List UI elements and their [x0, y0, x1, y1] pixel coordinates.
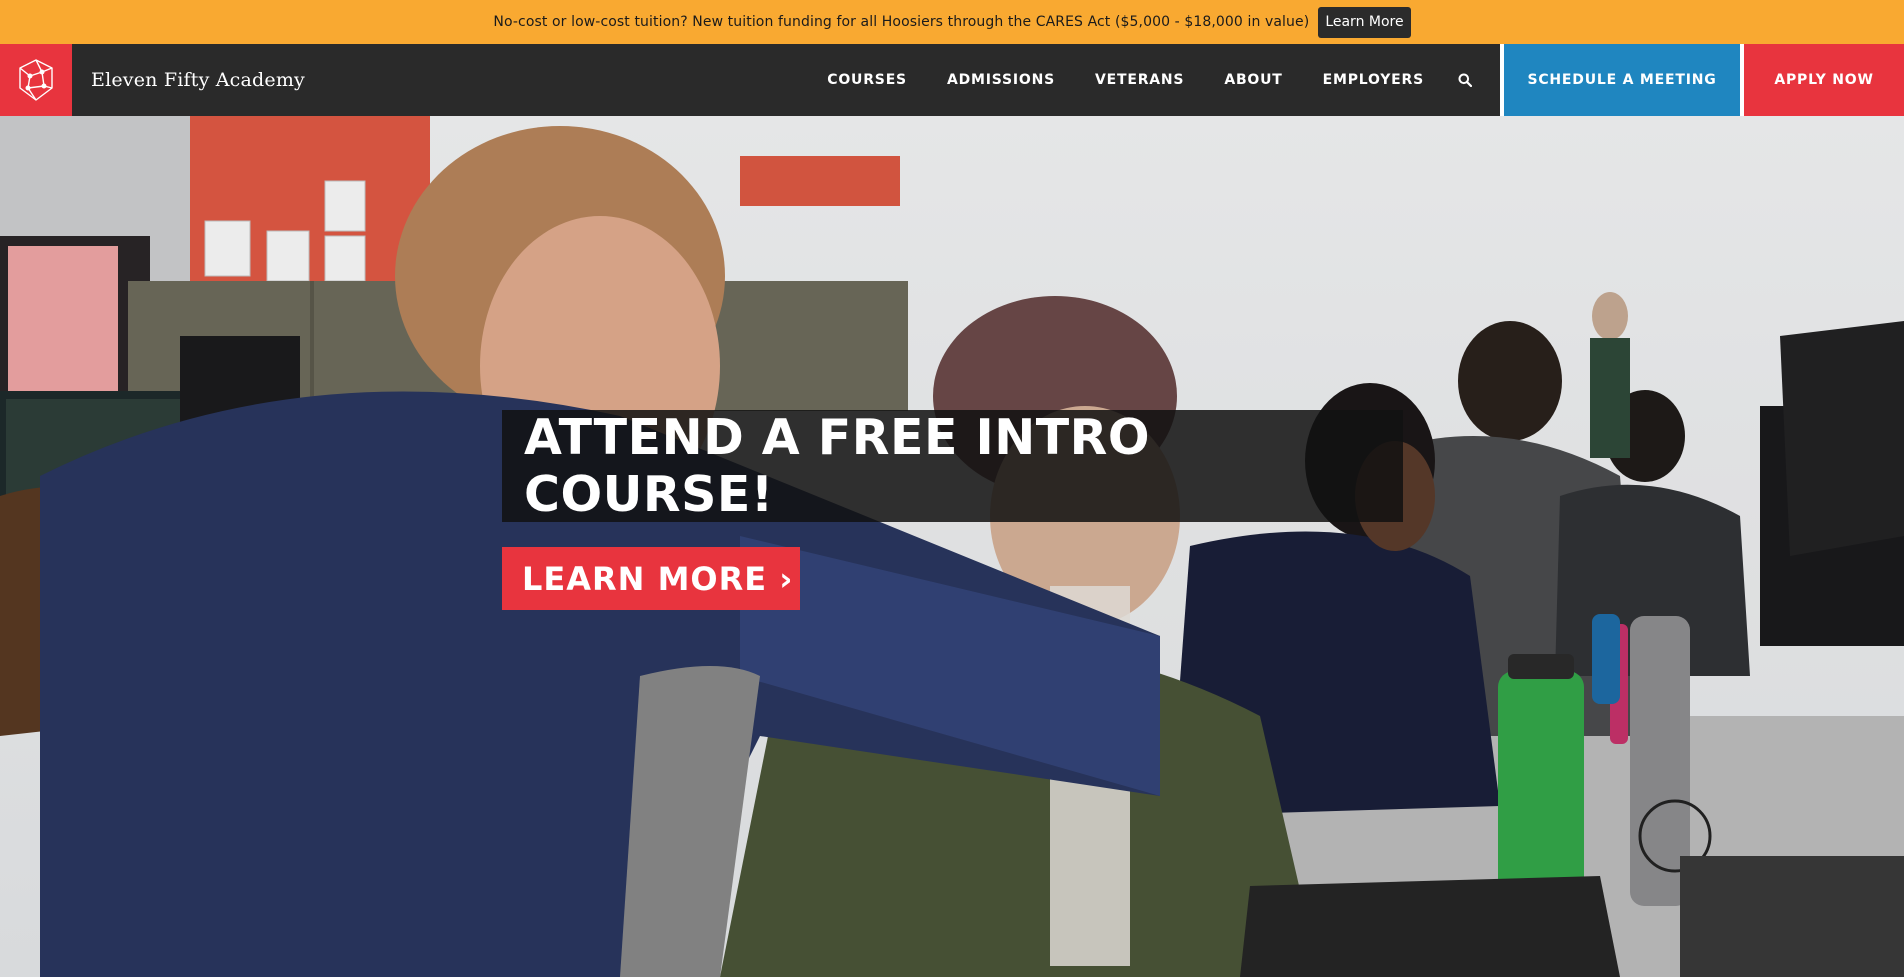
apply-now-button[interactable]: APPLY NOW: [1744, 44, 1904, 116]
main-nav: Eleven Fifty Academy COURSES ADMISSIONS …: [0, 44, 1904, 116]
announcement-text: No-cost or low-cost tuition? New tuition…: [493, 14, 1310, 30]
announcement-learn-more-button[interactable]: Learn More: [1318, 6, 1411, 38]
hero-headline: ATTEND A FREE INTRO COURSE!: [524, 409, 1151, 523]
search-button[interactable]: [1458, 72, 1474, 88]
nav-item-veterans[interactable]: VETERANS: [1095, 72, 1184, 88]
nav-item-about[interactable]: ABOUT: [1224, 72, 1282, 88]
announcement-bar: No-cost or low-cost tuition? New tuition…: [0, 0, 1904, 44]
nav-item-admissions[interactable]: ADMISSIONS: [947, 72, 1055, 88]
classroom-photo: [0, 116, 1904, 977]
nav-item-courses[interactable]: COURSES: [827, 72, 907, 88]
hero-learn-more-button[interactable]: LEARN MORE ›: [502, 547, 800, 610]
hero-section: ATTEND A FREE INTRO COURSE! LEARN MORE ›: [0, 116, 1904, 977]
academy-logo-icon: [19, 59, 53, 101]
logo[interactable]: [0, 44, 72, 116]
brand-name[interactable]: Eleven Fifty Academy: [91, 44, 305, 116]
schedule-meeting-button[interactable]: SCHEDULE A MEETING: [1504, 44, 1740, 116]
search-icon: [1458, 73, 1472, 87]
nav-item-employers[interactable]: EMPLOYERS: [1323, 72, 1424, 88]
nav-links: COURSES ADMISSIONS VETERANS ABOUT EMPLOY…: [827, 44, 1500, 116]
hero-headline-box: ATTEND A FREE INTRO COURSE!: [502, 409, 1403, 523]
